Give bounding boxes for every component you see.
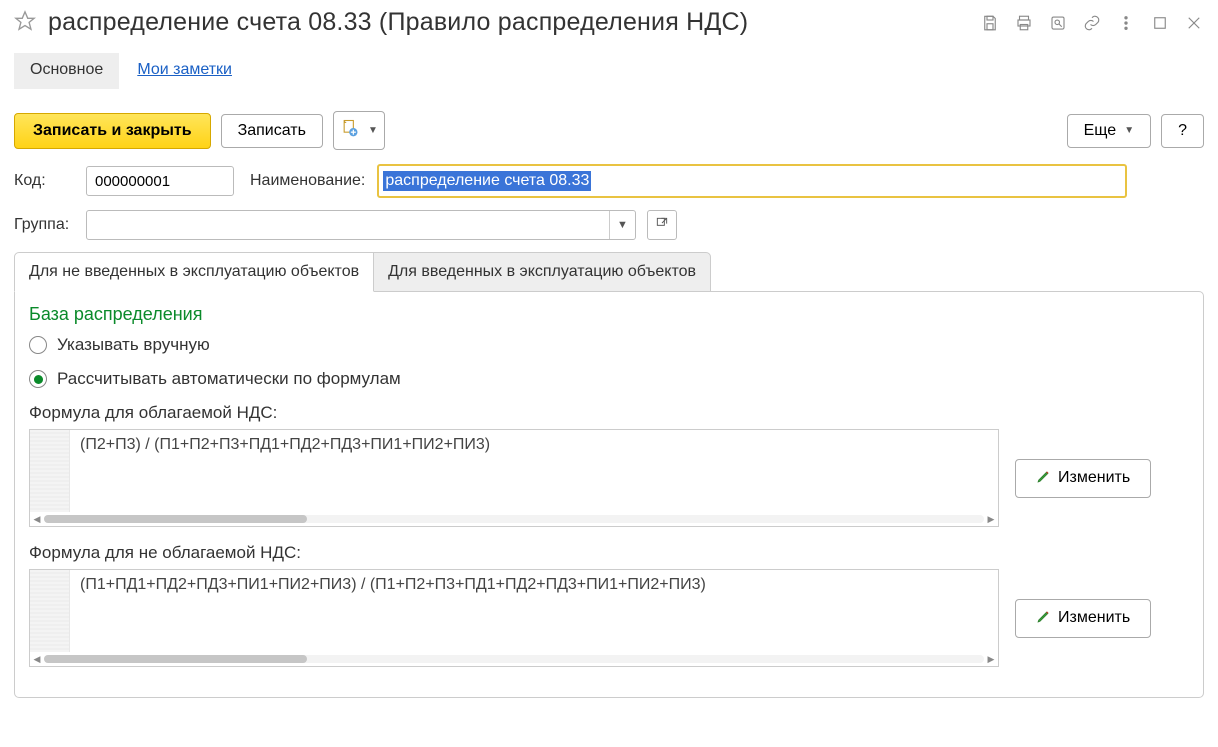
- scroll-thumb[interactable]: [44, 655, 307, 663]
- code-label: Код:: [14, 172, 74, 190]
- document-new-icon: [340, 118, 360, 143]
- group-dropdown-button[interactable]: ▼: [609, 211, 635, 239]
- nav-tabs: Основное Мои заметки: [14, 53, 1204, 89]
- edit-novat-formula-button[interactable]: Изменить: [1015, 599, 1151, 638]
- scroll-track[interactable]: [44, 655, 984, 663]
- radio-manual[interactable]: Указывать вручную: [29, 335, 1189, 355]
- group-label: Группа:: [14, 216, 74, 234]
- group-row: Группа: ▼: [14, 210, 1204, 240]
- panel-not-commissioned: База распределения Указывать вручную Рас…: [14, 291, 1204, 698]
- formula-novat-box[interactable]: (П1+ПД1+ПД2+ПД3+ПИ1+ПИ2+ПИ3) / (П1+П2+П3…: [29, 569, 999, 667]
- name-input[interactable]: распределение счета 08.33: [377, 164, 1127, 198]
- save-icon[interactable]: [980, 13, 1000, 33]
- edit-vat-formula-button[interactable]: Изменить: [1015, 459, 1151, 498]
- pencil-icon: [1036, 608, 1052, 629]
- name-label: Наименование:: [250, 172, 365, 190]
- help-button[interactable]: ?: [1161, 114, 1204, 148]
- editor-gutter: [30, 570, 70, 652]
- scroll-left-icon[interactable]: ◀: [32, 514, 42, 525]
- formula-vat-box[interactable]: (П2+П3) / (П1+П2+П3+ПД1+ПД2+ПД3+ПИ1+ПИ2+…: [29, 429, 999, 527]
- create-from-button[interactable]: ▼: [333, 111, 385, 150]
- link-icon[interactable]: [1082, 13, 1102, 33]
- group-input[interactable]: ▼: [86, 210, 636, 240]
- chevron-down-icon: ▼: [368, 125, 378, 136]
- kebab-menu-icon[interactable]: [1116, 13, 1136, 33]
- pencil-icon: [1036, 468, 1052, 489]
- formula-vat-group: (П2+П3) / (П1+П2+П3+ПД1+ПД2+ПД3+ПИ1+ПИ2+…: [29, 429, 1189, 527]
- formula-vat-text[interactable]: (П2+П3) / (П1+П2+П3+ПД1+ПД2+ПД3+ПИ1+ПИ2+…: [70, 430, 500, 512]
- section-title: База распределения: [29, 304, 1189, 325]
- radio-icon: [29, 370, 47, 388]
- scroll-right-icon[interactable]: ▶: [986, 514, 996, 525]
- hscrollbar[interactable]: ◀ ▶: [30, 512, 998, 526]
- edit-button-label: Изменить: [1058, 469, 1130, 487]
- page-title: распределение счета 08.33 (Правило распр…: [48, 8, 968, 37]
- open-external-icon: [655, 216, 669, 234]
- scroll-thumb[interactable]: [44, 515, 307, 523]
- tab-commissioned[interactable]: Для введенных в эксплуатацию объектов: [374, 252, 711, 292]
- sub-tabs: Для не введенных в эксплуатацию объектов…: [14, 252, 1204, 291]
- code-input[interactable]: [86, 166, 234, 196]
- formula-novat-label: Формула для не облагаемой НДС:: [29, 543, 1189, 563]
- favorite-star-icon[interactable]: [14, 10, 36, 36]
- save-button[interactable]: Записать: [221, 114, 323, 148]
- title-toolbar: [980, 13, 1204, 33]
- group-open-button[interactable]: [647, 210, 677, 240]
- close-icon[interactable]: [1184, 13, 1204, 33]
- scroll-track[interactable]: [44, 515, 984, 523]
- formula-novat-text[interactable]: (П1+ПД1+ПД2+ПД3+ПИ1+ПИ2+ПИ3) / (П1+П2+П3…: [70, 570, 716, 652]
- editor-gutter: [30, 430, 70, 512]
- print-icon[interactable]: [1014, 13, 1034, 33]
- formula-novat-group: (П1+ПД1+ПД2+ПД3+ПИ1+ПИ2+ПИ3) / (П1+П2+П3…: [29, 569, 1189, 667]
- tab-my-notes[interactable]: Мои заметки: [121, 53, 248, 89]
- code-name-row: Код: Наименование: распределение счета 0…: [14, 164, 1204, 198]
- group-input-text[interactable]: [87, 211, 609, 239]
- hscrollbar[interactable]: ◀ ▶: [30, 652, 998, 666]
- tab-not-commissioned[interactable]: Для не введенных в эксплуатацию объектов: [14, 252, 374, 292]
- save-and-close-button[interactable]: Записать и закрыть: [14, 113, 211, 149]
- more-button-label: Еще: [1084, 122, 1117, 140]
- action-toolbar: Записать и закрыть Записать ▼ Еще ▼ ?: [14, 111, 1204, 150]
- edit-button-label: Изменить: [1058, 609, 1130, 627]
- tab-main[interactable]: Основное: [14, 53, 119, 89]
- chevron-down-icon: ▼: [1124, 125, 1134, 136]
- radio-icon: [29, 336, 47, 354]
- maximize-icon[interactable]: [1150, 13, 1170, 33]
- formula-vat-label: Формула для облагаемой НДС:: [29, 403, 1189, 423]
- radio-auto-label: Рассчитывать автоматически по формулам: [57, 369, 401, 389]
- scroll-left-icon[interactable]: ◀: [32, 654, 42, 665]
- more-button[interactable]: Еще ▼: [1067, 114, 1151, 148]
- scroll-right-icon[interactable]: ▶: [986, 654, 996, 665]
- name-input-selection: распределение счета 08.33: [383, 171, 591, 191]
- preview-icon[interactable]: [1048, 13, 1068, 33]
- titlebar: распределение счета 08.33 (Правило распр…: [14, 8, 1204, 37]
- radio-manual-label: Указывать вручную: [57, 335, 210, 355]
- radio-auto[interactable]: Рассчитывать автоматически по формулам: [29, 369, 1189, 389]
